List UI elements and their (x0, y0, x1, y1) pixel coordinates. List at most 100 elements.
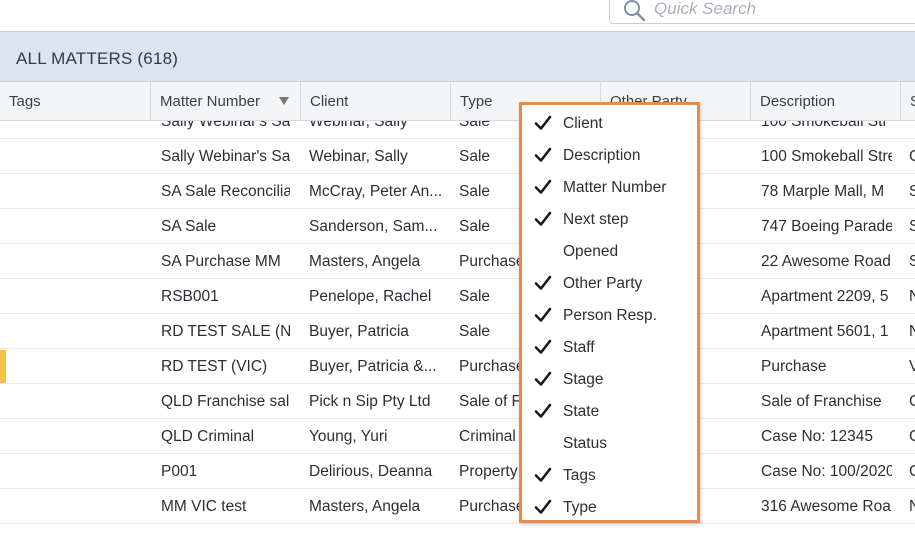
table-row[interactable]: RSB001Penelope, RachelSalean |...Apartme… (0, 279, 915, 314)
tags-cell (10, 384, 150, 419)
description-cell: Sale of Franchise (761, 393, 882, 410)
menu-item-stage[interactable]: Stage (522, 364, 697, 396)
tags-cell (10, 279, 150, 314)
column-header-client[interactable]: Client (301, 82, 451, 121)
top-bar (0, 0, 915, 31)
checkmark-icon (534, 275, 552, 290)
search-icon[interactable] (622, 0, 646, 22)
menu-item-matter-number[interactable]: Matter Number (522, 172, 697, 204)
table-row[interactable]: SA Purchase MMMasters, AngelaPurchaseona… (0, 244, 915, 279)
description-cell: Case No: 12345 (761, 428, 874, 445)
column-header-label: Client (310, 93, 349, 110)
menu-item-other-party[interactable]: Other Party (522, 268, 697, 300)
menu-item-person-resp[interactable]: Person Resp. (522, 300, 697, 332)
menu-item-label: Staff (563, 339, 595, 356)
table-row[interactable]: MM VIC testMasters, AngelaPurchaseonald3… (0, 489, 915, 524)
tags-cell (10, 489, 150, 524)
status-cell: V (909, 358, 915, 375)
column-header-matter-number[interactable]: Matter Number (151, 82, 301, 121)
menu-item-next-step[interactable]: Next step (522, 204, 697, 236)
description-cell: 100 Smokeball Str (761, 121, 888, 130)
search-input[interactable] (654, 0, 904, 23)
menu-item-client[interactable]: Client (522, 108, 697, 140)
tags-cell (10, 244, 150, 279)
table-header: Tags Matter Number Client Type Other Par… (0, 82, 915, 121)
matter-number-cell: SA Sale (161, 218, 217, 235)
tags-cell (10, 349, 150, 384)
menu-item-label: Matter Number (563, 179, 667, 196)
menu-item-label: Opened (563, 243, 619, 260)
matter-number-cell: QLD Franchise sale (161, 393, 290, 410)
status-cell: C (909, 463, 915, 480)
menu-item-label: Type (563, 499, 597, 516)
menu-item-staff[interactable]: Staff (522, 332, 697, 364)
description-cell: 100 Smokeball Stre (761, 148, 892, 165)
menu-item-label: Tags (563, 467, 596, 484)
table-row[interactable]: P001Delirious, DeannaPropertySte...Case … (0, 454, 915, 489)
matter-number-cell: RD TEST SALE (NS (161, 323, 290, 340)
menu-item-label: Client (563, 115, 603, 132)
table-row[interactable]: Sally Webinar's Sa Webinar, Sally Sale 100 … (0, 139, 915, 174)
column-header-description[interactable]: Description (751, 82, 901, 121)
table-row[interactable]: QLD Criminal Young, Yuri Criminal Case No: … (0, 419, 915, 454)
page-title: ALL MATTERS (618) (16, 49, 179, 68)
status-cell: S (909, 218, 915, 235)
matter-number-cell: SA Purchase MM (161, 253, 281, 270)
table-row[interactable]: Sally Webinar's Sa Webinar, Sally Sale 100 … (0, 121, 915, 139)
tags-cell (10, 121, 150, 139)
client-cell: Buyer, Patricia &... (309, 358, 437, 375)
table-row[interactable]: RD TEST SALE (NS Buyer, Patricia Sale Apart… (0, 314, 915, 349)
client-cell: Webinar, Sally (309, 148, 408, 165)
status-cell: N (909, 323, 915, 340)
client-cell: Masters, Angela (309, 253, 421, 270)
tags-cell (10, 209, 150, 244)
checkmark-icon (534, 339, 552, 354)
menu-item-opened[interactable]: Opened (522, 236, 697, 268)
matter-number-cell: RD TEST (VIC) (161, 358, 268, 375)
matter-number-cell: SA Sale Reconcilia (161, 183, 290, 200)
table-row[interactable]: RD TEST (VIC) Buyer, Patricia &... Purchas… (0, 349, 915, 384)
table-row[interactable]: QLD Franchise sale Pick n Sip Pty Ltd Sale… (0, 384, 915, 419)
matter-number-cell: MM VIC test (161, 498, 247, 515)
client-cell: Penelope, Rachel (309, 288, 432, 305)
menu-item-label: Stage (563, 371, 604, 388)
tags-cell (10, 139, 150, 174)
matters-title-bar: ALL MATTERS (618) (0, 31, 915, 82)
checkmark-icon (534, 211, 552, 226)
row-flag-marker (0, 350, 6, 383)
quick-search-box[interactable] (609, 0, 915, 24)
sort-descending-icon[interactable] (279, 97, 289, 105)
menu-item-tags[interactable]: Tags (522, 460, 697, 492)
checkmark-icon (534, 115, 552, 130)
client-cell: Buyer, Patricia (309, 323, 409, 340)
client-cell: Young, Yuri (309, 428, 388, 445)
menu-item-description[interactable]: Description (522, 140, 697, 172)
matter-number-cell: Sally Webinar's Sa (161, 148, 290, 165)
menu-item-state[interactable]: State (522, 396, 697, 428)
status-cell: C (909, 428, 915, 445)
checkmark-icon (534, 371, 552, 386)
checkmark-icon (534, 307, 552, 322)
client-cell: Webinar, Sally (309, 121, 408, 130)
column-chooser-menu: Client Description Matter Number Next step O… (519, 102, 700, 523)
menu-item-label: Person Resp. (563, 307, 657, 324)
description-cell: Apartment 5601, 1 (761, 323, 889, 340)
status-cell: C (909, 393, 915, 410)
checkmark-icon (534, 179, 552, 194)
matters-table-body: Sally Webinar's Sa Webinar, Sally Sale 100 … (0, 121, 915, 536)
client-cell: Delirious, Deanna (309, 463, 433, 480)
description-cell: Case No: 100/2020 (761, 463, 892, 480)
tags-cell (10, 419, 150, 454)
menu-item-status[interactable]: Status (522, 428, 697, 460)
table-row[interactable]: SA SaleSanderson, Sam...SaleMela...747 B… (0, 209, 915, 244)
menu-item-type[interactable]: Type (522, 492, 697, 524)
column-header-status[interactable]: S (901, 82, 915, 121)
column-header-tags[interactable]: Tags (0, 82, 151, 121)
status-cell: S (909, 183, 915, 200)
checkmark-icon (534, 467, 552, 482)
client-cell: Sanderson, Sam... (309, 218, 438, 235)
menu-item-label: Status (563, 435, 607, 452)
status-cell: N (909, 288, 915, 305)
table-row[interactable]: SA Sale Reconcilia McCray, Peter An... Sal… (0, 174, 915, 209)
description-cell: 78 Marple Mall, M (761, 183, 885, 200)
